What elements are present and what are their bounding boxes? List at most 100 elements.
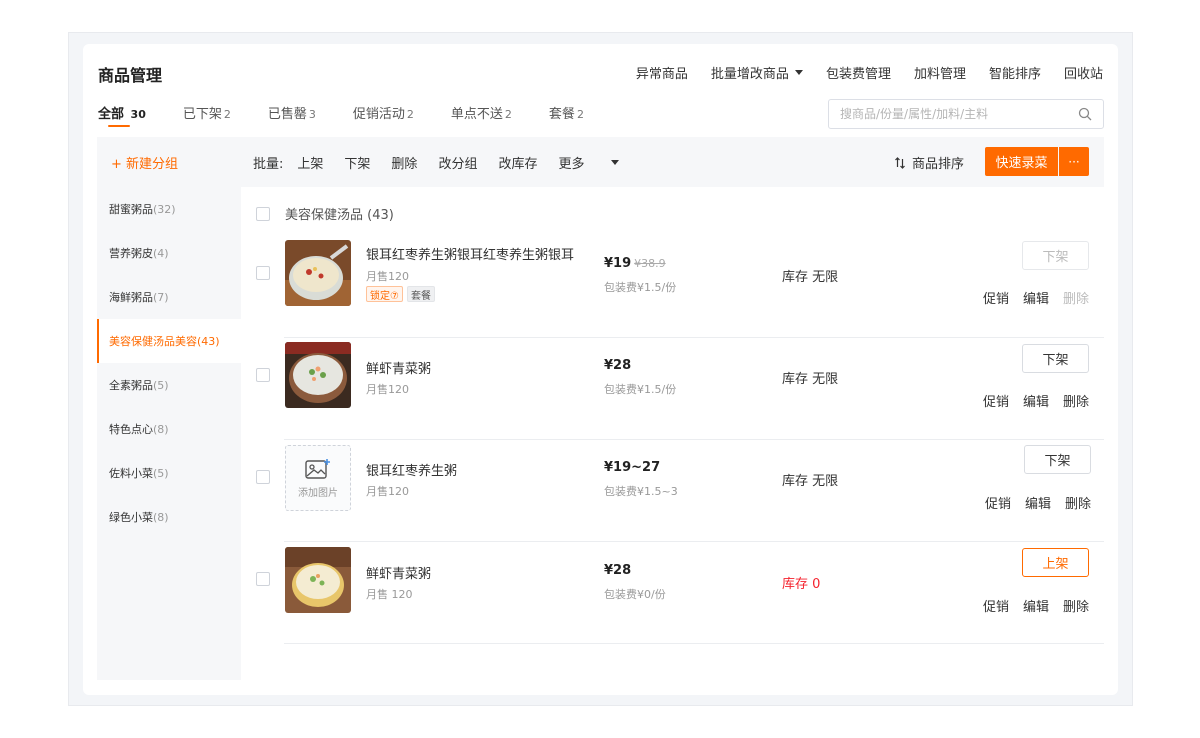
sidebar-item-sweet-congee[interactable]: 甜蜜粥品 (32) [97, 187, 241, 231]
tab-label: 已售罄 [267, 107, 307, 122]
on-shelf-button[interactable]: 上架 [1022, 548, 1089, 577]
batch-on-shelf-button[interactable]: 上架 [297, 153, 323, 172]
sort-icon [895, 156, 905, 169]
tab-label: 全部 [98, 107, 125, 122]
delete-button[interactable]: 删除 [1063, 288, 1089, 307]
promote-button[interactable]: 促销 [983, 391, 1009, 410]
tab-label: 已下架 [182, 107, 222, 122]
row-checkbox[interactable] [256, 572, 270, 586]
product-row: 添加图片 银耳红枣养生粥 月售120 ¥19~27 包装费¥1.5~3 库存 无… [256, 440, 1104, 542]
product-name: 鲜虾青菜粥 [366, 362, 432, 377]
current-price: ¥28 [604, 358, 632, 373]
quick-add-more-button[interactable]: ··· [1059, 147, 1089, 176]
new-group-button[interactable]: + 新建分组 [111, 153, 178, 172]
batch-change-stock-button[interactable]: 改库存 [498, 153, 537, 172]
tab-count: 30 [130, 108, 146, 121]
sidebar-item-label: 绿色小菜 [109, 511, 153, 524]
tab-count: 3 [308, 108, 316, 121]
product-sort-button[interactable]: 商品排序 [894, 153, 964, 172]
sidebar-item-condiment-sides[interactable]: 佐料小菜 (5) [97, 451, 241, 495]
sidebar-item-count: (32) [153, 202, 176, 216]
monthly-sales: 月售120 [366, 485, 409, 498]
sidebar-item-label: 海鲜粥品 [109, 291, 153, 304]
stock-status: 库存 无限 [782, 372, 839, 387]
tab-label: 单点不送 [450, 107, 503, 122]
original-price: ¥38.9 [634, 257, 666, 270]
smart-sort-link[interactable]: 智能排序 [989, 63, 1041, 82]
tab-combo[interactable]: 套餐 2 [549, 103, 584, 122]
off-shelf-button[interactable]: 下架 [1022, 241, 1089, 270]
sidebar-item-count: (8) [153, 422, 169, 436]
tab-count: 2 [223, 108, 231, 121]
locked-tag: 锁定⑦ [366, 286, 403, 302]
search-icon[interactable] [1078, 107, 1092, 121]
quick-add-button[interactable]: 快速录菜 [985, 147, 1058, 176]
off-shelf-button[interactable]: 下架 [1022, 344, 1089, 373]
add-image-button[interactable]: 添加图片 [285, 445, 351, 511]
product-image[interactable] [285, 240, 351, 306]
stock-status: 库存 无限 [782, 270, 839, 285]
packaging-fee: 包装费¥0/份 [604, 588, 666, 601]
packaging-fee-link[interactable]: 包装费管理 [826, 63, 891, 82]
sidebar-item-beauty-soup[interactable]: 美容保健汤品美容(43) [97, 319, 241, 363]
sidebar-item-nutrition-congee[interactable]: 营养粥皮 (4) [97, 231, 241, 275]
status-tabs: 全部 30 已下架 2 已售罄 3 促销活动 2 单点不送 2 套餐 2 [98, 103, 621, 127]
promote-button[interactable]: 促销 [985, 493, 1011, 512]
select-all-checkbox[interactable] [256, 206, 270, 221]
tab-sold-out[interactable]: 已售罄 3 [268, 103, 316, 122]
tab-off-shelf[interactable]: 已下架 2 [183, 103, 231, 122]
edit-button[interactable]: 编辑 [1025, 493, 1051, 512]
edit-button[interactable]: 编辑 [1023, 391, 1049, 410]
product-image[interactable] [285, 547, 351, 613]
search-input[interactable] [840, 107, 1070, 121]
sidebar-item-count: (4) [153, 246, 169, 260]
tab-count: 2 [504, 108, 512, 121]
row-checkbox[interactable] [256, 266, 270, 280]
sidebar-item-count: (5) [153, 466, 169, 480]
addon-management-link[interactable]: 加料管理 [914, 63, 966, 82]
add-image-icon [305, 458, 330, 479]
sidebar-item-label: 特色点心 [109, 423, 153, 436]
batch-label: 批量: [253, 157, 284, 172]
group-header: 美容保健汤品 (43) [256, 204, 394, 223]
stock-status: 库存 0 [782, 577, 821, 592]
tab-no-single-delivery[interactable]: 单点不送 2 [451, 103, 512, 122]
row-checkbox[interactable] [256, 368, 270, 382]
delete-button[interactable]: 删除 [1065, 493, 1091, 512]
batch-delete-button[interactable]: 删除 [391, 153, 417, 172]
product-image[interactable] [285, 342, 351, 408]
edit-button[interactable]: 编辑 [1023, 596, 1049, 615]
batch-edit-dropdown[interactable]: 批量增改商品 [711, 63, 803, 82]
delete-button[interactable]: 删除 [1063, 391, 1089, 410]
recycle-bin-link[interactable]: 回收站 [1064, 63, 1103, 82]
tab-count: 2 [576, 108, 584, 121]
batch-change-group-button[interactable]: 改分组 [438, 153, 477, 172]
sidebar-item-label: 美容保健汤品美容(43) [109, 335, 220, 348]
batch-edit-label: 批量增改商品 [710, 67, 789, 82]
sidebar-item-green-sides[interactable]: 绿色小菜 (8) [97, 495, 241, 539]
row-checkbox[interactable] [256, 470, 270, 484]
abnormal-products-link[interactable]: 异常商品 [636, 63, 688, 82]
stock-status: 库存 无限 [782, 474, 839, 489]
tab-all[interactable]: 全部 30 [98, 103, 146, 127]
sort-label: 商品排序 [912, 157, 965, 172]
delete-button[interactable]: 删除 [1063, 596, 1089, 615]
sidebar-item-seafood-congee[interactable]: 海鲜粥品 (7) [97, 275, 241, 319]
edit-button[interactable]: 编辑 [1023, 288, 1049, 307]
packaging-fee: 包装费¥1.5/份 [604, 281, 677, 294]
sidebar-item-count: (7) [153, 290, 169, 304]
tab-promotions[interactable]: 促销活动 2 [353, 103, 414, 122]
promote-button[interactable]: 促销 [983, 596, 1009, 615]
tab-label: 套餐 [548, 107, 575, 122]
product-row: 鲜虾青菜粥 月售 120 ¥28 包装费¥0/份 库存 0 上架 促销 编辑 删… [256, 542, 1104, 644]
promote-button[interactable]: 促销 [983, 288, 1009, 307]
category-sidebar: 甜蜜粥品 (32) 营养粥皮 (4) 海鲜粥品 (7) 美容保健汤品美容(43) 全素… [97, 187, 241, 680]
batch-off-shelf-button[interactable]: 下架 [344, 153, 370, 172]
sidebar-item-special-snacks[interactable]: 特色点心 (8) [97, 407, 241, 451]
monthly-sales: 月售120 [366, 270, 409, 283]
batch-more-dropdown[interactable]: 更多 [558, 153, 640, 172]
off-shelf-button[interactable]: 下架 [1024, 445, 1091, 474]
packaging-fee: 包装费¥1.5/份 [604, 383, 677, 396]
product-price: ¥28 [604, 358, 631, 373]
sidebar-item-vegetarian-congee[interactable]: 全素粥品 (5) [97, 363, 241, 407]
